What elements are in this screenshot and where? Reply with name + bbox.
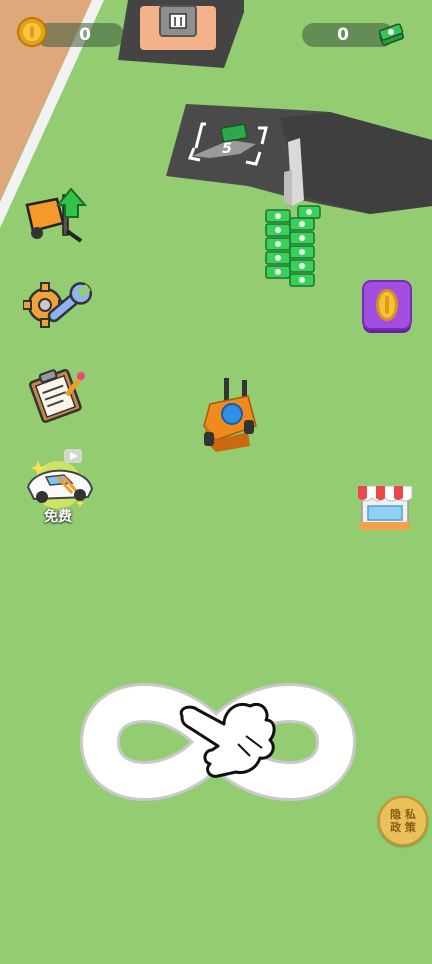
privacy-line-1: 隐 私 <box>390 808 416 821</box>
trash-icon[interactable] <box>159 5 197 37</box>
coin-shop-button[interactable] <box>362 280 412 333</box>
unlock-cost: 5 <box>222 141 232 157</box>
privacy-line-2: 政 策 <box>390 821 416 834</box>
cash-stack <box>265 205 321 287</box>
cash-value: 0 <box>337 25 349 45</box>
settings-button[interactable] <box>22 272 94 336</box>
forklift-upgrade-icon <box>25 187 88 243</box>
coins-value: 0 <box>79 25 91 45</box>
forklift-player[interactable] <box>203 378 257 452</box>
free-car-button[interactable] <box>24 440 96 516</box>
coin-icon <box>17 17 47 47</box>
cash-icon <box>377 18 405 46</box>
gear-wrench-icon <box>23 282 93 328</box>
car-icon <box>26 449 94 509</box>
privacy-policy-button[interactable]: 隐 私 政 策 <box>378 796 428 846</box>
coins-counter: 0 <box>36 23 124 47</box>
coin-button-icon <box>362 280 412 333</box>
forklift-upgrade-button[interactable] <box>22 182 94 246</box>
clipboard-icon <box>28 368 85 423</box>
shop-button[interactable] <box>356 478 414 532</box>
tasks-button[interactable] <box>22 360 94 424</box>
shop-icon <box>357 485 413 530</box>
free-car-label: 免费 <box>44 509 72 525</box>
